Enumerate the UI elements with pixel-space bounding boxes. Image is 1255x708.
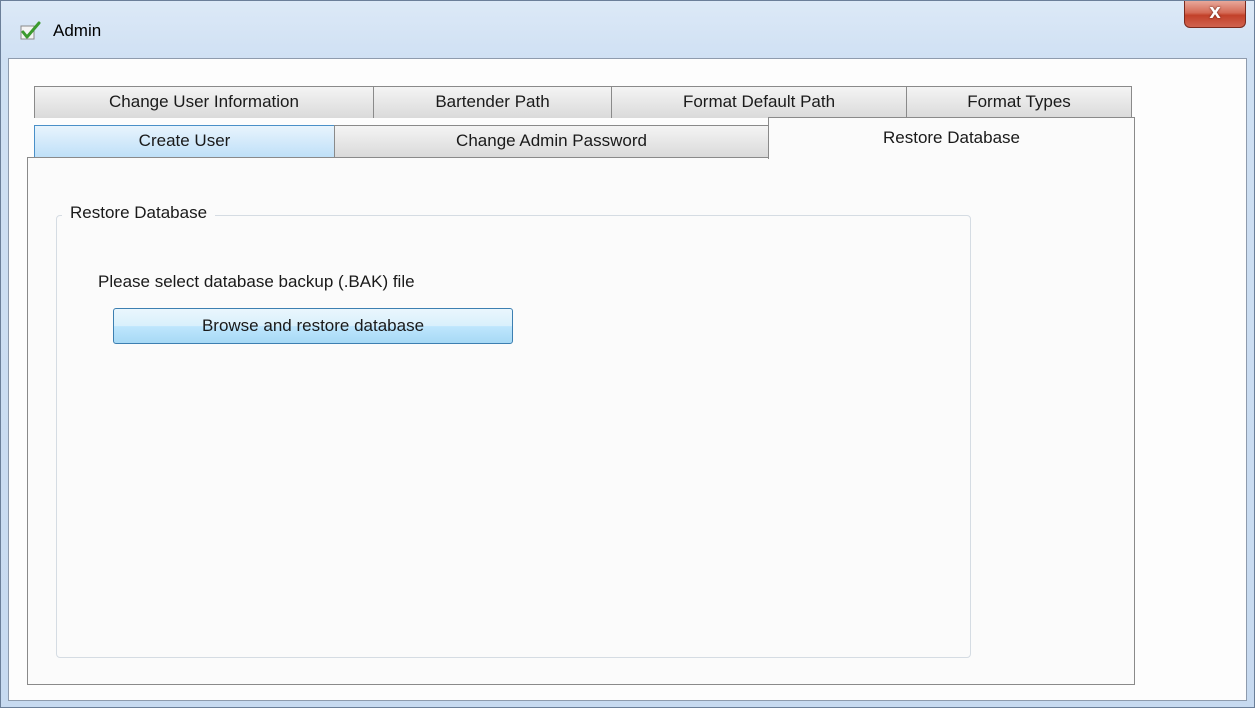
checkmark-icon <box>19 20 41 42</box>
tab-label: Format Types <box>967 92 1071 111</box>
close-icon: X <box>1209 4 1221 22</box>
tab-label: Change Admin Password <box>456 131 647 150</box>
tab-panel-restore-database: Restore Database Please select database … <box>27 157 1135 685</box>
title-bar[interactable]: Admin X <box>1 1 1254 58</box>
backup-file-prompt: Please select database backup (.BAK) fil… <box>98 272 415 291</box>
close-button[interactable]: X <box>1184 1 1246 28</box>
admin-window: Admin X Change User Information Bartende… <box>0 0 1255 708</box>
window-title: Admin <box>53 21 102 40</box>
tab-format-default-path[interactable]: Format Default Path <box>611 86 907 118</box>
tab-label: Restore Database <box>882 128 1021 147</box>
tab-label: Format Default Path <box>682 92 836 111</box>
tab-label: Change User Information <box>109 92 299 111</box>
browse-restore-button[interactable]: Browse and restore database <box>113 308 513 344</box>
tab-restore-database[interactable]: Restore Database <box>768 117 1135 159</box>
tab-change-user-information[interactable]: Change User Information <box>34 86 374 118</box>
groupbox-title: Restore Database <box>62 203 216 223</box>
tab-bartender-path[interactable]: Bartender Path <box>373 86 612 118</box>
tab-format-types[interactable]: Format Types <box>906 86 1132 118</box>
tab-label: Create User <box>138 131 231 150</box>
tab-change-admin-password[interactable]: Change Admin Password <box>334 125 769 157</box>
tab-label: Bartender Path <box>435 92 550 111</box>
tab-create-user[interactable]: Create User <box>34 125 335 157</box>
